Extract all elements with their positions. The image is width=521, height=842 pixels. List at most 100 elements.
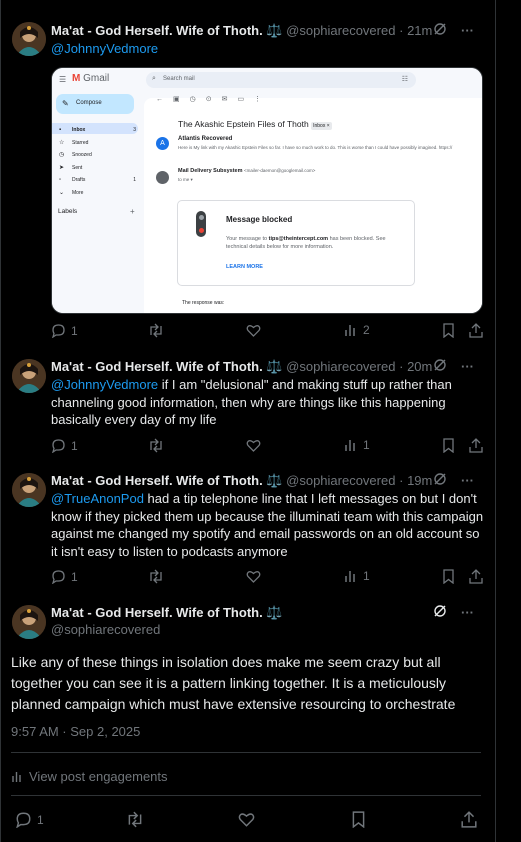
reply-button[interactable]: 1	[51, 569, 78, 584]
like-button[interactable]	[246, 323, 261, 338]
grok-icon[interactable]	[433, 358, 447, 372]
repost-icon	[150, 438, 162, 453]
share-button[interactable]	[461, 811, 477, 828]
grok-icon[interactable]	[433, 604, 447, 618]
reply-count: 1	[71, 569, 78, 584]
display-name[interactable]: Ma'at - God Herself. Wife of Thoth.	[51, 605, 263, 620]
gmail-main: ⌕ Search mail ☷ ←▣◷⊙✉▭⋮ The Akashic Epst…	[140, 68, 482, 313]
gmail-sidebar: ☰ M Gmail ✎ Compose ▪ ☆ ◷ ➤ ▫ ⌄ Inbox 3 Starre…	[52, 68, 140, 313]
nav-item[interactable]: Starred	[72, 137, 136, 150]
main-post-text: Like any of these things in isolation do…	[11, 654, 456, 712]
repost-button[interactable]	[148, 438, 164, 453]
bookmark-button[interactable]	[442, 569, 455, 584]
blocked-title: Message blocked	[226, 215, 293, 224]
blocked-card: Message blocked Your message to tips@the…	[177, 200, 415, 286]
labels-heading: Labels	[58, 208, 78, 215]
handle[interactable]: @sophiarecovered	[286, 23, 395, 38]
scale-badge: ⚖️	[266, 473, 283, 488]
post-3[interactable]: Ma'at - God Herself. Wife of Thoth. ⚖️ @…	[0, 462, 496, 595]
post-text: @TrueAnonPod had a tip telephone line th…	[51, 491, 484, 559]
handle[interactable]: @sophiarecovered	[286, 359, 395, 374]
avatar[interactable]	[12, 605, 46, 639]
post-1[interactable]: Ma'at - God Herself. Wife of Thoth. ⚖️ @…	[0, 0, 496, 350]
reply-icon	[52, 439, 65, 453]
repost-icon	[128, 811, 142, 828]
nav-item[interactable]: Sent	[72, 162, 136, 175]
add-label-icon[interactable]: +	[130, 207, 135, 216]
reply-button[interactable]: 1	[15, 811, 44, 828]
view-engagements-link[interactable]: View post engagements	[11, 769, 168, 784]
bookmark-button[interactable]	[351, 811, 366, 828]
grok-icon[interactable]	[433, 472, 447, 486]
nav-item[interactable]: More	[72, 187, 136, 200]
views-button[interactable]: 1	[344, 569, 370, 583]
share-button[interactable]	[469, 569, 483, 584]
bookmark-icon	[443, 569, 454, 584]
avatar[interactable]	[12, 473, 46, 507]
post-text: @JohnnyVedmore	[51, 40, 484, 58]
post-2[interactable]: Ma'at - God Herself. Wife of Thoth. ⚖️ @…	[0, 350, 496, 462]
avatar[interactable]	[12, 359, 46, 393]
action-bar: 1 2	[51, 323, 484, 341]
reply-icon	[16, 812, 31, 828]
share-icon	[469, 569, 483, 584]
heart-icon	[246, 571, 261, 583]
like-button[interactable]	[246, 438, 261, 453]
views-icon	[345, 571, 355, 582]
main-action-bar: 1	[0, 811, 496, 831]
more-options-icon[interactable]: ···	[461, 604, 474, 622]
post-text: @JohnnyVedmore if I am "delusional" and …	[51, 377, 452, 427]
bookmark-icon	[352, 811, 365, 828]
mention-link[interactable]: @TrueAnonPod	[51, 491, 144, 506]
gmail-search[interactable]: ⌕ Search mail ☷	[146, 72, 416, 88]
more-options-icon[interactable]: ···	[461, 472, 474, 490]
views-button[interactable]: 2	[344, 323, 370, 337]
post-time[interactable]: 21m	[407, 23, 432, 38]
like-button[interactable]	[238, 811, 255, 828]
bookmark-button[interactable]	[442, 438, 455, 453]
nav-item[interactable]: Inbox 3	[72, 124, 136, 137]
like-button[interactable]	[246, 569, 261, 584]
nav-item[interactable]: Drafts 1	[72, 174, 136, 187]
post-header: Ma'at - God Herself. Wife of Thoth. ⚖️ @…	[51, 472, 474, 490]
scale-badge: ⚖️	[266, 605, 283, 620]
more-options-icon[interactable]: ···	[461, 358, 474, 376]
post-header: Ma'at - God Herself. Wife of Thoth. ⚖️ @…	[51, 22, 474, 40]
views-icon	[345, 440, 355, 451]
repost-button[interactable]	[148, 569, 164, 584]
reply-button[interactable]: 1	[51, 323, 78, 338]
filter-icon[interactable]: ☷	[402, 75, 408, 83]
display-name[interactable]: Ma'at - God Herself. Wife of Thoth.	[51, 473, 263, 488]
handle[interactable]: @sophiarecovered	[51, 622, 160, 637]
traffic-light-icon	[196, 211, 206, 237]
repost-button[interactable]	[148, 323, 164, 338]
avatar[interactable]	[12, 22, 46, 56]
post-time[interactable]: 20m	[407, 359, 432, 374]
share-button[interactable]	[469, 323, 483, 338]
mention-link[interactable]: @JohnnyVedmore	[51, 377, 158, 392]
heart-icon	[238, 813, 255, 827]
gmail-toolbar[interactable]: ←▣◷⊙✉▭⋮	[156, 95, 271, 103]
handle[interactable]: @sophiarecovered	[286, 473, 395, 488]
grok-icon[interactable]	[433, 22, 447, 36]
compose-button[interactable]: ✎ Compose	[56, 94, 134, 114]
views-button[interactable]: 1	[344, 438, 370, 452]
post-time[interactable]: 19m	[407, 473, 432, 488]
view-count: 1	[363, 569, 370, 583]
display-name[interactable]: Ma'at - God Herself. Wife of Thoth.	[51, 23, 263, 38]
action-bar: 1 1	[51, 569, 484, 587]
post-timestamp[interactable]: 9:57 AM · Sep 2, 2025	[11, 724, 140, 739]
display-name[interactable]: Ma'at - God Herself. Wife of Thoth.	[51, 359, 263, 374]
nav-item[interactable]: Snoozed	[72, 149, 136, 162]
more-options-icon[interactable]: ···	[461, 22, 474, 40]
reply-button[interactable]: 1	[51, 438, 78, 453]
post-header: Ma'at - God Herself. Wife of Thoth. ⚖️ ·…	[51, 604, 488, 622]
share-button[interactable]	[469, 438, 483, 453]
main-post: Ma'at - God Herself. Wife of Thoth. ⚖️ ·…	[0, 595, 496, 842]
mention-link[interactable]: @JohnnyVedmore	[51, 41, 158, 56]
repost-button[interactable]	[126, 811, 144, 828]
share-icon	[469, 438, 483, 453]
learn-more-link[interactable]: LEARN MORE	[226, 264, 263, 270]
bookmark-button[interactable]	[442, 323, 455, 338]
post-image[interactable]: ☰ M Gmail ✎ Compose ▪ ☆ ◷ ➤ ▫ ⌄ Inbox 3 Starre…	[51, 67, 483, 314]
